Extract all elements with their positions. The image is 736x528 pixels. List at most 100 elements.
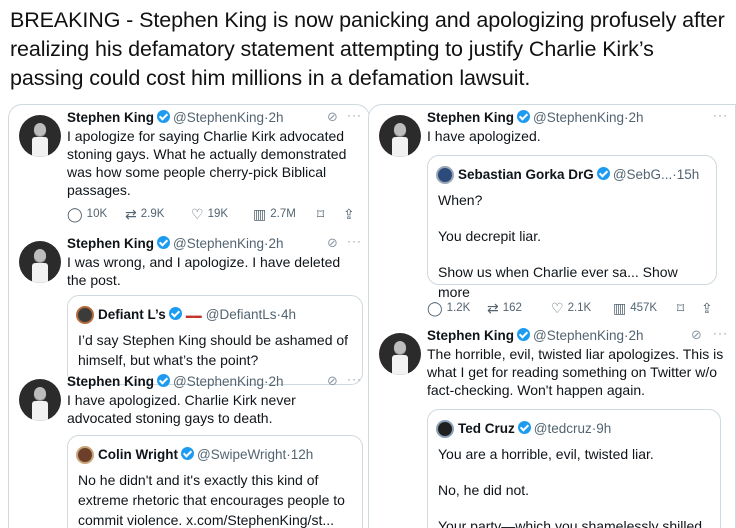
- pencil-slash-icon: ⊘: [691, 327, 702, 342]
- views-button[interactable]: ▥ 457K: [613, 301, 677, 315]
- quoted-tweet-line: Your party—which you shamelessly shilled…: [438, 518, 714, 528]
- author-name[interactable]: Stephen King: [67, 110, 154, 125]
- quoted-tweet[interactable]: Sebastian Gorka DrG @SebG...·15h When? Yo…: [427, 155, 717, 300]
- tweet[interactable]: Stephen King @StephenKing·2h ··· I have a…: [369, 105, 735, 323]
- pencil-slash-icon: ⊘: [327, 373, 338, 388]
- more-icon[interactable]: ···: [347, 372, 362, 386]
- author-handle[interactable]: @StephenKing·2h: [533, 328, 644, 343]
- quoted-tweet[interactable]: Ted Cruz @tedcruz·9h You are a horrible, …: [427, 409, 721, 528]
- more-icon[interactable]: ···: [713, 326, 728, 340]
- quoted-tweet[interactable]: Colin Wright @SwipeWright·12h No he didn'…: [67, 435, 363, 528]
- tweet-text: I have apologized.: [427, 128, 541, 144]
- avatar[interactable]: [19, 379, 61, 421]
- tweet-text: I was wrong, and I apologize. I have del…: [67, 254, 341, 288]
- avatar: [76, 306, 94, 324]
- more-icon[interactable]: ···: [347, 234, 362, 248]
- author-handle: @SebG...·15h: [612, 167, 700, 182]
- retweet-count: 162: [502, 302, 522, 314]
- quoted-tweet-line: You are a horrible, evil, twisted liar.: [438, 446, 654, 462]
- avatar: [436, 166, 454, 184]
- quoted-tweet-text: I’d say Stephen King should be ashamed o…: [78, 332, 349, 368]
- verified-badge-icon: [596, 167, 610, 180]
- verified-badge-icon: [517, 110, 530, 123]
- views-icon: ▥: [253, 206, 267, 222]
- quoted-tweet[interactable]: Defiant L’s ▬▬ @DefiantLs·4h I’d say Steph…: [67, 295, 363, 385]
- bookmark-button[interactable]: ⌑: [677, 301, 701, 315]
- author-name[interactable]: Stephen King: [427, 328, 514, 343]
- quoted-tweet-text: No he didn't and it's exactly this kind …: [78, 472, 345, 528]
- avatar: [76, 446, 94, 464]
- share-button[interactable]: ⇪: [701, 301, 713, 315]
- like-button[interactable]: ♡ 19K: [191, 207, 253, 221]
- avatar[interactable]: [379, 115, 421, 157]
- author-name[interactable]: Stephen King: [67, 236, 154, 251]
- quoted-tweet-header: Colin Wright @SwipeWright·12h: [98, 446, 313, 464]
- affiliate-badge-icon: ▬▬: [185, 311, 202, 320]
- quoted-tweet-header: Sebastian Gorka DrG @SebG...·15h: [458, 166, 699, 184]
- share-icon: ⇪: [343, 206, 355, 222]
- like-icon: ♡: [191, 206, 204, 222]
- reply-icon: ◯: [67, 206, 83, 222]
- tweet[interactable]: Stephen King @StephenKing·2h ⊘ ··· I was …: [9, 233, 369, 385]
- reply-count: 10K: [86, 208, 108, 220]
- bookmark-button[interactable]: ⌑: [317, 207, 343, 221]
- like-count: 19K: [207, 208, 229, 220]
- author-handle: @tedcruz·9h: [533, 421, 612, 436]
- quoted-tweet-line: Show us when Charlie ever sa... Show mor…: [438, 264, 678, 300]
- like-icon: ♡: [551, 300, 564, 316]
- share-icon: ⇪: [701, 300, 713, 316]
- author-name: Ted Cruz: [458, 421, 515, 436]
- verified-badge-icon: [157, 110, 170, 123]
- retweet-icon: ⇄: [487, 300, 499, 316]
- author-handle[interactable]: @StephenKing·2h: [173, 374, 284, 389]
- tweet[interactable]: Stephen King @StephenKing·2h ⊘ ··· I apol…: [9, 105, 369, 233]
- tweet[interactable]: Stephen King @StephenKing·2h ⊘ ··· I have…: [9, 372, 369, 528]
- reply-count: 1.2K: [446, 302, 471, 314]
- more-icon[interactable]: ···: [713, 108, 728, 122]
- author-name[interactable]: Stephen King: [67, 374, 154, 389]
- author-handle[interactable]: @StephenKing·2h: [533, 110, 644, 125]
- verified-badge-icon: [168, 307, 182, 320]
- avatar[interactable]: [19, 115, 61, 157]
- pencil-slash-icon: ⊘: [327, 235, 338, 250]
- verified-badge-icon: [517, 328, 530, 341]
- reply-button[interactable]: ◯ 1.2K: [427, 301, 487, 315]
- share-button[interactable]: ⇪: [343, 207, 355, 221]
- tweet-actions: ◯ 10K ⇄ 2.9K ♡ 19K ▥ 2.7M ⌑ ⇪: [67, 207, 367, 221]
- like-count: 2.1K: [567, 302, 592, 314]
- views-button[interactable]: ▥ 2.7M: [253, 207, 317, 221]
- pencil-slash-icon: ⊘: [327, 109, 338, 124]
- retweet-button[interactable]: ⇄ 2.9K: [125, 207, 191, 221]
- quoted-tweet-line: When?: [438, 192, 483, 208]
- author-handle: @DefiantLs·4h: [205, 307, 297, 322]
- more-icon[interactable]: ···: [347, 108, 362, 122]
- reply-button[interactable]: ◯ 10K: [67, 207, 125, 221]
- reply-icon: ◯: [427, 300, 443, 316]
- tweet-header: Stephen King @StephenKing·2h: [67, 235, 284, 253]
- author-handle[interactable]: @StephenKing·2h: [173, 236, 284, 251]
- author-name: Colin Wright: [98, 447, 178, 462]
- author-name[interactable]: Stephen King: [427, 110, 514, 125]
- left-screenshot-panel: Stephen King @StephenKing·2h ⊘ ··· I apol…: [8, 104, 370, 528]
- avatar[interactable]: [379, 333, 421, 375]
- views-icon: ▥: [613, 300, 627, 316]
- author-handle[interactable]: @StephenKing·2h: [173, 110, 284, 125]
- retweet-button[interactable]: ⇄ 162: [487, 301, 551, 315]
- headline: BREAKING - Stephen King is now panicking…: [10, 8, 725, 90]
- view-count: 457K: [630, 302, 658, 314]
- tweet-actions: ◯ 1.2K ⇄ 162 ♡ 2.1K ▥ 457K ⌑ ⇪: [427, 301, 727, 315]
- avatar: [436, 420, 454, 438]
- verified-badge-icon: [157, 236, 170, 249]
- verified-badge-icon: [517, 421, 531, 434]
- author-name: Defiant L’s: [98, 307, 166, 322]
- verified-badge-icon: [157, 374, 170, 387]
- quoted-tweet-header: Ted Cruz @tedcruz·9h: [458, 420, 611, 438]
- tweet[interactable]: Stephen King @StephenKing·2h ⊘ ··· The ho…: [369, 323, 735, 528]
- tweet-header: Stephen King @StephenKing·2h: [67, 373, 284, 391]
- like-button[interactable]: ♡ 2.1K: [551, 301, 613, 315]
- retweet-icon: ⇄: [125, 206, 137, 222]
- retweet-count: 2.9K: [140, 208, 165, 220]
- avatar[interactable]: [19, 241, 61, 283]
- bookmark-icon: ⌑: [677, 300, 685, 316]
- tweet-header: Stephen King @StephenKing·2h: [67, 109, 284, 127]
